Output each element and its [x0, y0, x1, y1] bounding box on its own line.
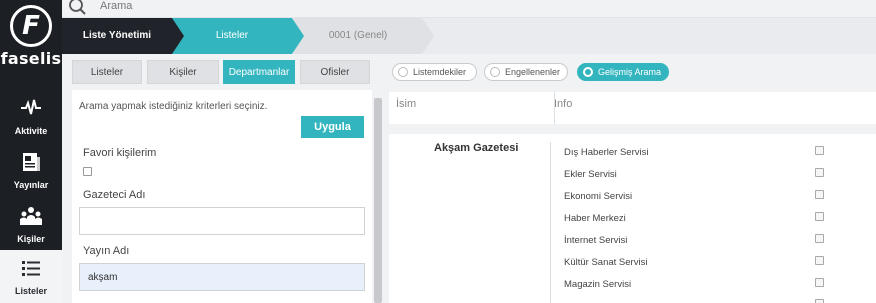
- department-item: Ekonomi Servisi: [564, 191, 633, 202]
- results-table-header: İsim Info: [389, 92, 876, 124]
- filter-label: Listemdekiler: [413, 67, 467, 77]
- radio-selected-icon: [583, 67, 593, 77]
- department-item: Magazin Servisi: [564, 279, 632, 290]
- logo-letter: F: [22, 11, 40, 41]
- department-checkbox[interactable]: [815, 299, 824, 303]
- search-input[interactable]: Arama: [100, 0, 132, 12]
- breadcrumb-arrow: [172, 18, 184, 54]
- app-sidebar: F faselis Aktivite Yayınlar Kişiler List…: [0, 0, 62, 303]
- department-item: Kültür Sanat Servisi: [564, 257, 648, 268]
- faselis-logo[interactable]: F faselis: [0, 0, 62, 80]
- brand-name: faselis: [0, 49, 62, 68]
- newspaper-icon: [23, 153, 40, 171]
- nav-item-yayinlar[interactable]: Yayınlar: [0, 144, 62, 198]
- journalist-name-field[interactable]: [79, 207, 365, 235]
- favorites-label: Favori kişilerim: [83, 147, 157, 159]
- radio-icon: [490, 67, 500, 77]
- filter-engellenenler[interactable]: Engellenenler: [484, 63, 568, 81]
- search-bar[interactable]: Arama: [62, 0, 876, 18]
- criteria-form: Arama yapmak istediğiniz kriterleri seçi…: [72, 90, 372, 303]
- column-header-isim[interactable]: İsim: [396, 98, 416, 110]
- department-checkbox[interactable]: [815, 234, 824, 243]
- department-item: Dış Haberler Servisi: [564, 147, 649, 158]
- breadcrumb-item-liste-yonetimi[interactable]: Liste Yönetimi: [62, 18, 172, 54]
- tab-ofisler[interactable]: Ofisler: [300, 60, 370, 84]
- publication-name[interactable]: Akşam Gazetesi: [434, 142, 518, 154]
- department-checkbox[interactable]: [815, 212, 824, 221]
- department-checkbox[interactable]: [815, 146, 824, 155]
- filter-label: Gelişmiş Arama: [598, 67, 662, 77]
- nav-item-kisiler[interactable]: Kişiler: [0, 198, 62, 252]
- nav-item-aktivite[interactable]: Aktivite: [0, 90, 62, 144]
- activity-icon: [21, 99, 41, 115]
- list-icon: [22, 261, 40, 276]
- department-item: Ekler Servisi: [564, 169, 617, 180]
- breadcrumb-item-listeler[interactable]: Listeler: [172, 18, 292, 54]
- department-item: Haber Merkezi: [564, 213, 626, 224]
- nav-label-aktivite: Aktivite: [14, 126, 48, 136]
- nav-label-yayinlar: Yayınlar: [13, 180, 49, 190]
- filter-label: Engellenenler: [505, 67, 561, 77]
- publication-name-value: akşam: [88, 272, 118, 283]
- results-panel: Listemdekiler Engellenenler Gelişmiş Ara…: [384, 54, 876, 303]
- breadcrumb-arrow: [292, 18, 304, 54]
- favorites-checkbox[interactable]: [83, 167, 92, 176]
- publication-name-label: Yayın Adı: [83, 245, 130, 257]
- filter-gelismis-arama[interactable]: Gelişmiş Arama: [577, 63, 669, 81]
- apply-button[interactable]: Uygula: [301, 116, 364, 138]
- department-divider: [550, 142, 551, 303]
- department-item: İnternet Servisi: [564, 235, 628, 246]
- radio-icon: [398, 67, 408, 77]
- column-header-info[interactable]: Info: [554, 98, 572, 110]
- nav-item-listeler[interactable]: Listeler: [0, 250, 62, 303]
- filter-listemdekiler[interactable]: Listemdekiler: [392, 63, 477, 81]
- tab-departmanlar[interactable]: Departmanlar: [223, 60, 295, 84]
- results-table-body: Akşam Gazetesi Dış Haberler Servisi Ekle…: [389, 134, 876, 303]
- header-separator: [389, 126, 876, 134]
- publication-name-field[interactable]: akşam: [79, 263, 365, 291]
- journalist-name-label: Gazeteci Adı: [83, 189, 146, 201]
- search-criteria-panel: Listeler Kişiler Departmanlar Ofisler Ar…: [62, 54, 384, 303]
- nav-label-kisiler: Kişiler: [17, 234, 45, 244]
- department-checkbox[interactable]: [815, 278, 824, 287]
- people-icon: [20, 207, 42, 225]
- tab-kisiler[interactable]: Kişiler: [147, 60, 219, 84]
- department-checkbox[interactable]: [815, 256, 824, 265]
- department-checkbox[interactable]: [815, 168, 824, 177]
- panel-scrollbar[interactable]: [374, 98, 382, 303]
- form-hint: Arama yapmak istediğiniz kriterleri seçi…: [79, 101, 268, 112]
- search-icon: [69, 0, 86, 15]
- breadcrumb-item-genel[interactable]: 0001 (Genel): [294, 18, 422, 54]
- breadcrumb: 0001 (Genel) Listeler Liste Yönetimi: [62, 18, 876, 54]
- department-checkbox[interactable]: [815, 190, 824, 199]
- nav-label-listeler: Listeler: [14, 286, 47, 296]
- breadcrumb-arrow: [422, 18, 434, 54]
- tab-listeler[interactable]: Listeler: [72, 60, 142, 84]
